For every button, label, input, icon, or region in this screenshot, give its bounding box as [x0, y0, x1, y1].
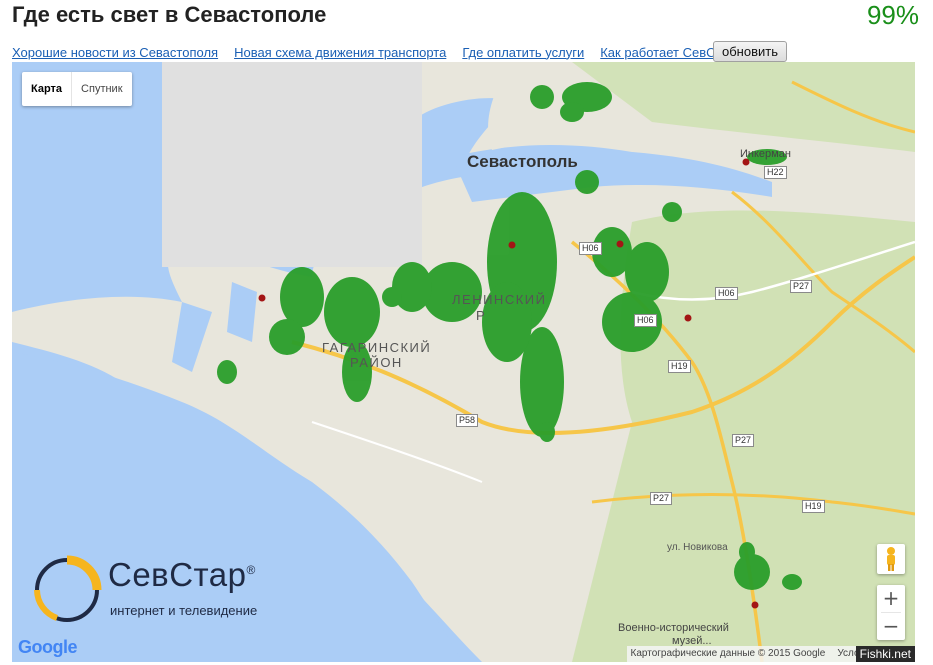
road-badge-p27: Р27 — [790, 280, 813, 293]
link-good-news[interactable]: Хорошие новости из Севастополя — [12, 45, 218, 60]
zoom-in-button[interactable]: + — [877, 585, 905, 612]
google-logo-text: Google — [18, 637, 78, 657]
link-payment[interactable]: Где оплатить услуги — [462, 45, 584, 60]
road-badge-p58: Р58 — [456, 414, 479, 427]
road-badge-h06: Н06 — [715, 287, 738, 300]
road-badge-h22: Н22 — [764, 166, 787, 179]
street-label: ул. Новикова — [667, 542, 728, 553]
sevstar-tagline: интернет и телевидение — [110, 603, 258, 618]
map-canvas[interactable]: Севастополь ГАГАРИНСКИЙ РАЙОН ЛЕНИНСКИЙ … — [12, 62, 915, 662]
map-type-map-button[interactable]: Карта — [22, 72, 73, 106]
attribution-text[interactable]: Картографические данные © 2015 Google — [631, 646, 826, 662]
watermark: Fishki.net — [855, 646, 915, 662]
district-lenin-label: ЛЕНИНСКИЙ — [452, 292, 547, 307]
link-transport-scheme[interactable]: Новая схема движения транспорта — [234, 45, 446, 60]
registered-mark: ® — [246, 563, 256, 577]
zoom-control: + − — [877, 585, 905, 640]
road-badge-h19: Н19 — [668, 360, 691, 373]
pegman-icon — [887, 547, 895, 571]
refresh-button[interactable]: обновить — [713, 41, 787, 62]
district-gagarin-label: ГАГАРИНСКИЙ — [322, 340, 432, 355]
sevstar-name-text: СевСтар — [108, 556, 247, 593]
page-title: Где есть свет в Севастополе — [12, 2, 327, 27]
power-percent: 99% — [866, 0, 919, 30]
road-badge-p27: Р27 — [732, 434, 755, 447]
district-gagarin-label-2: РАЙОН — [350, 355, 403, 370]
inkerman-label: Инкерман — [740, 148, 791, 160]
google-logo: Google — [18, 637, 78, 658]
map-type-satellite-button[interactable]: Спутник — [72, 72, 131, 106]
road-badge-h06: Н06 — [579, 242, 602, 255]
zoom-out-button[interactable]: − — [877, 613, 905, 640]
district-lenin-label-2: Р — [476, 308, 487, 323]
sevstar-logo: СевСтар® интернет и телевидение — [22, 552, 302, 622]
sevstar-brand-name: СевСтар® — [108, 556, 256, 594]
road-badge-h19: Н19 — [802, 500, 825, 513]
road-badge-h06: Н06 — [634, 314, 657, 327]
nav-links: Хорошие новости из Севастополя Новая схе… — [12, 42, 736, 62]
museum-label: Военно-исторический — [618, 622, 729, 634]
city-label: Севастополь — [467, 152, 578, 171]
map-type-control: Карта Спутник — [22, 72, 132, 106]
road-badge-p27: Р27 — [650, 492, 673, 505]
street-view-pegman[interactable] — [877, 544, 905, 574]
